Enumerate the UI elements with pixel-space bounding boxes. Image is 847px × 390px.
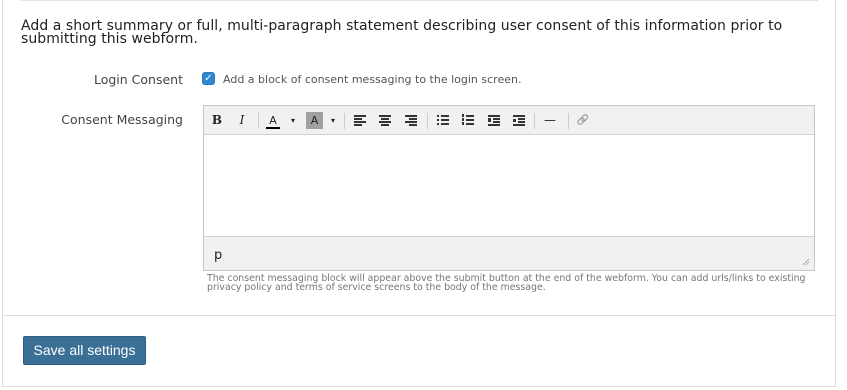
intro-text: Add a short summary or full, multi-parag…	[21, 18, 783, 47]
checkmark-icon: ✓	[204, 72, 213, 84]
top-divider	[21, 0, 818, 1]
editor-content-area[interactable]	[204, 136, 814, 236]
align-right-icon[interactable]	[405, 114, 417, 126]
toolbar-separator	[568, 113, 569, 129]
horizontal-rule-icon[interactable]: —	[542, 111, 558, 130]
align-left-icon[interactable]	[354, 114, 366, 126]
toolbar-separator	[427, 113, 428, 129]
numbered-list-icon[interactable]	[462, 114, 474, 126]
italic-button[interactable]: I	[234, 111, 250, 130]
outdent-icon[interactable]	[488, 114, 500, 126]
editor-statusbar: p	[204, 236, 814, 270]
bold-button[interactable]: B	[209, 111, 225, 130]
align-center-icon[interactable]	[379, 114, 391, 126]
editor-toolbar: B I A ▾ A ▾ — 🔗	[204, 106, 814, 135]
consent-messaging-label: Consent Messaging	[61, 112, 183, 127]
consent-messaging-editor: B I A ▾ A ▾ — 🔗 p	[203, 105, 815, 271]
toolbar-separator	[344, 113, 345, 129]
footer-divider	[2, 315, 836, 316]
text-color-button[interactable]: A	[263, 111, 283, 130]
toolbar-separator	[534, 113, 535, 129]
login-consent-checkbox[interactable]: ✓	[202, 72, 215, 85]
background-color-icon: A	[310, 114, 319, 127]
link-icon[interactable]: 🔗	[575, 111, 591, 130]
login-consent-label: Login Consent	[93, 72, 183, 87]
background-color-button[interactable]: A	[306, 112, 323, 129]
element-path[interactable]: p	[214, 248, 222, 263]
text-color-dropdown-icon[interactable]: ▾	[288, 111, 298, 130]
indent-icon[interactable]	[513, 114, 525, 126]
resize-handle-icon[interactable]	[802, 258, 809, 265]
background-color-dropdown-icon[interactable]: ▾	[328, 111, 338, 130]
login-consent-checkbox-label[interactable]: Add a block of consent messaging to the …	[223, 73, 521, 86]
toolbar-separator	[258, 113, 259, 129]
bullet-list-icon[interactable]	[437, 114, 449, 126]
text-color-icon: A	[269, 114, 277, 127]
save-all-settings-button[interactable]: Save all settings	[23, 336, 146, 365]
consent-messaging-help-text: The consent messaging block will appear …	[207, 273, 806, 293]
text-color-swatch	[266, 127, 280, 129]
